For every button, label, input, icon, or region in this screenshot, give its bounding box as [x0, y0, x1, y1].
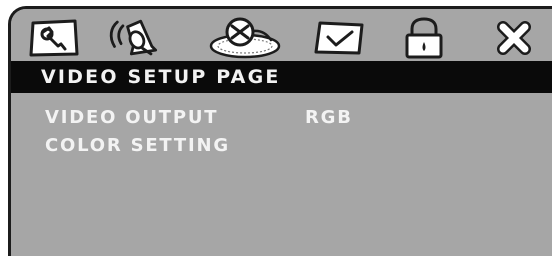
setup-icon-bar: [11, 9, 552, 61]
preference-icon[interactable]: [311, 15, 369, 61]
menu-item-value: RGB: [305, 107, 353, 128]
general-setup-icon[interactable]: [25, 15, 83, 61]
menu-item-color-setting[interactable]: COLOR SETTING: [45, 135, 230, 161]
menu-item-label: COLOR SETTING: [45, 135, 230, 156]
dvd-setup-screen: VIDEO SETUP PAGE VIDEO OUTPUT RGB COLOR …: [0, 0, 552, 256]
menu-item-video-output[interactable]: VIDEO OUTPUT RGB: [45, 107, 351, 133]
setup-panel: VIDEO SETUP PAGE VIDEO OUTPUT RGB COLOR …: [8, 6, 552, 256]
page-title-bar: VIDEO SETUP PAGE: [11, 61, 552, 93]
audio-setup-icon[interactable]: [107, 15, 165, 61]
password-lock-icon[interactable]: [395, 15, 453, 61]
page-title: VIDEO SETUP PAGE: [41, 66, 281, 88]
exit-icon[interactable]: [485, 15, 543, 61]
menu-item-label: VIDEO OUTPUT: [45, 107, 219, 128]
settings-menu: VIDEO OUTPUT RGB COLOR SETTING: [11, 93, 552, 256]
video-setup-icon[interactable]: [209, 15, 281, 61]
